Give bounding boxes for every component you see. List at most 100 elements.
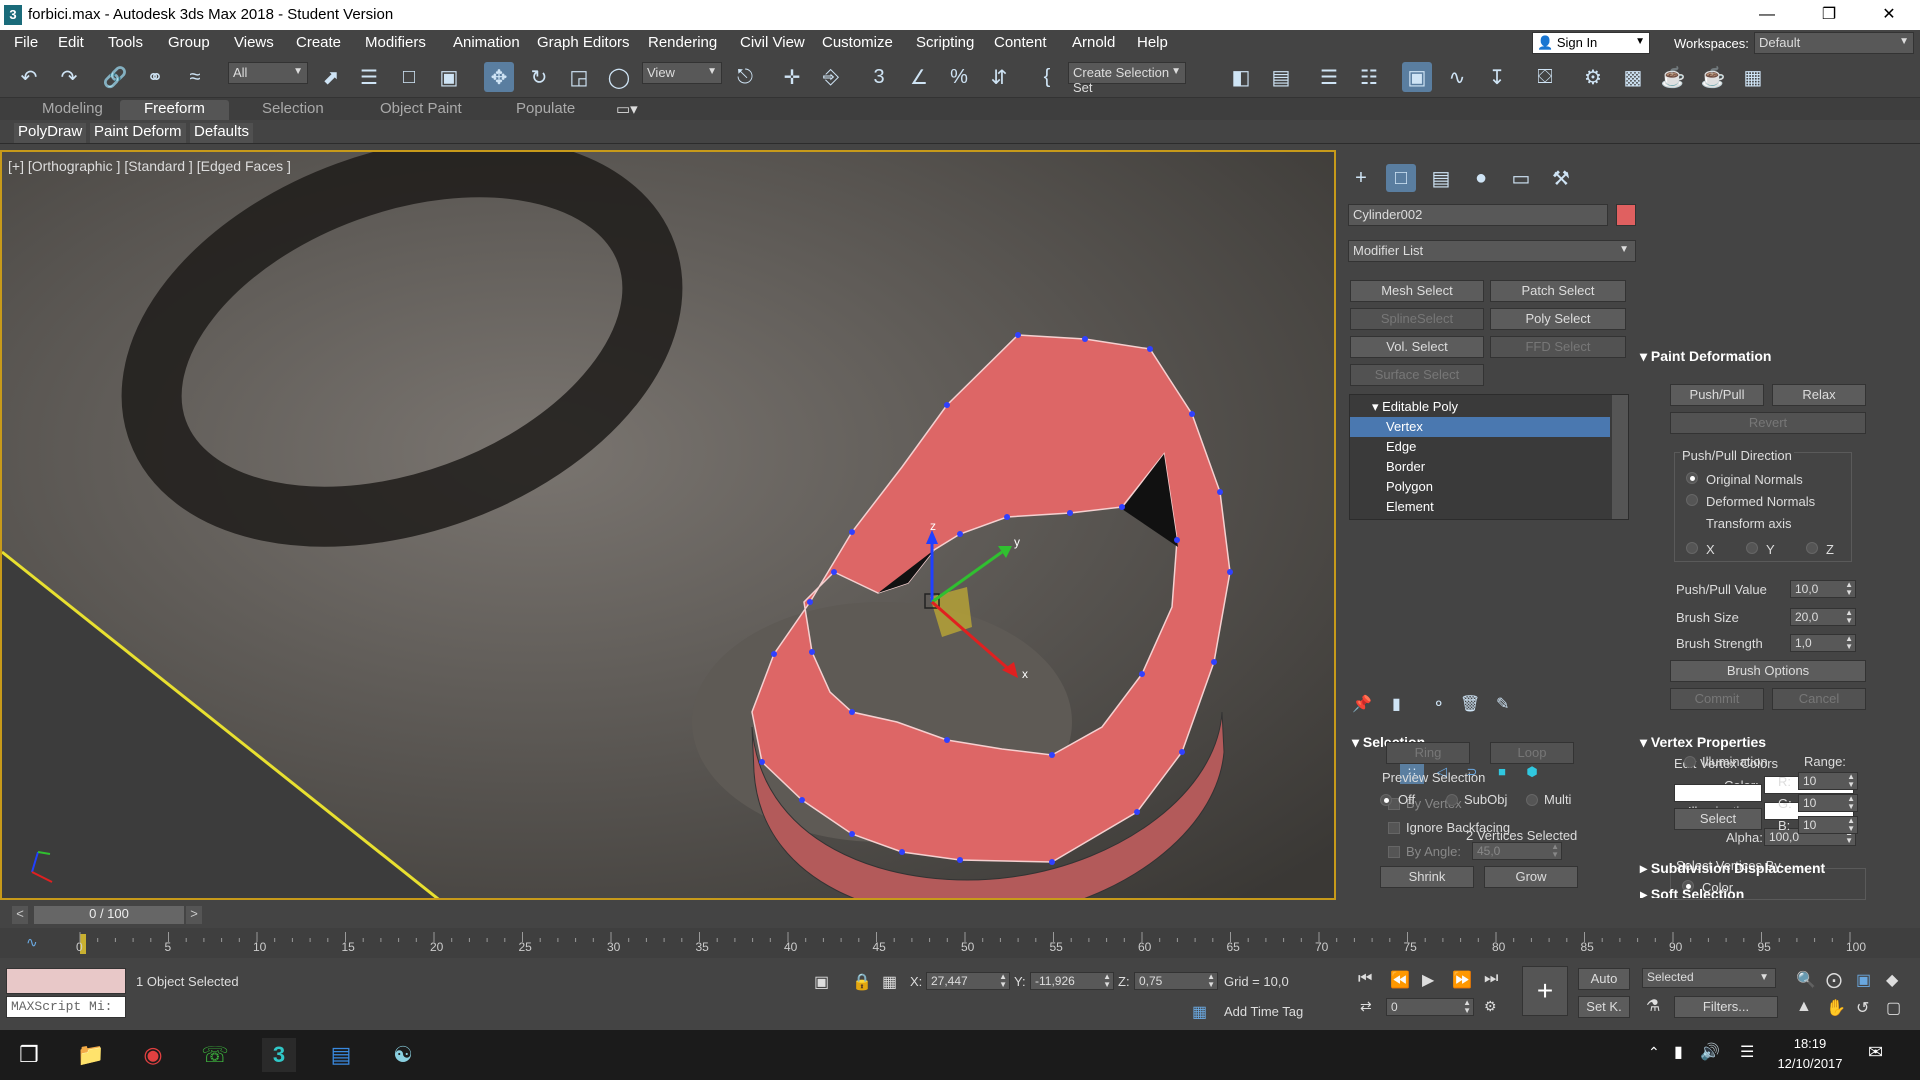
spinner-snap-icon[interactable]: ⇵	[984, 62, 1014, 92]
stack-edge[interactable]: Edge	[1350, 437, 1610, 457]
percent-snap-icon[interactable]: %	[944, 62, 974, 92]
hierarchy-tab-icon[interactable]: ▤	[1426, 164, 1456, 192]
clock-time[interactable]: 18:19	[1780, 1036, 1840, 1051]
select-by-illumination-radio[interactable]	[1684, 756, 1696, 768]
remove-modifier-icon[interactable]: 🗑	[1460, 694, 1480, 714]
unlink-icon[interactable]: ⚭	[140, 62, 170, 92]
rotate-icon[interactable]: ↻	[524, 62, 554, 92]
undo-icon[interactable]: ↶	[14, 62, 44, 92]
range-r-spinner[interactable]: 10 ▲ ▼	[1798, 772, 1858, 790]
chrome-icon[interactable]: ◉	[136, 1038, 170, 1072]
loop-button[interactable]: Loop	[1490, 742, 1574, 764]
whatsapp-icon[interactable]: ☏	[198, 1038, 232, 1072]
rectangular-selection-icon[interactable]: □	[394, 62, 424, 92]
preview-off-radio[interactable]	[1380, 794, 1392, 806]
preview-multi-radio[interactable]	[1526, 794, 1538, 806]
range-b-spinner[interactable]: 10 ▲ ▼	[1798, 816, 1858, 834]
commit-button[interactable]: Commit	[1670, 688, 1764, 710]
play-icon[interactable]: ▶	[1422, 970, 1434, 990]
orbit-icon[interactable]: ↺	[1856, 998, 1869, 1018]
menu-group[interactable]: Group	[168, 34, 210, 51]
menu-file[interactable]: File	[14, 34, 38, 51]
mesh-select-button[interactable]: Mesh Select	[1350, 280, 1484, 302]
rendered-frame-icon[interactable]: ▩	[1618, 62, 1648, 92]
y-coord-field[interactable]: -11,926 ▲ ▼	[1030, 972, 1114, 990]
time-configuration-icon[interactable]: ⚙	[1484, 998, 1497, 1015]
curve-editor-icon[interactable]: ∿	[1442, 62, 1472, 92]
add-time-tag-button[interactable]: Add Time Tag	[1224, 1004, 1303, 1019]
tab-freeform[interactable]: Freeform	[120, 100, 229, 120]
spline-select-button[interactable]: SplineSelect	[1350, 308, 1484, 330]
scale-icon[interactable]: ◲	[564, 62, 594, 92]
menu-help[interactable]: Help	[1137, 34, 1168, 51]
vertex-properties-rollout-header[interactable]: ▾ Vertex Properties	[1640, 734, 1870, 751]
stack-vertex[interactable]: Vertex	[1350, 417, 1610, 437]
tab-modeling[interactable]: Modeling	[42, 100, 103, 117]
stack-polygon[interactable]: Polygon	[1350, 477, 1610, 497]
track-bar[interactable]: ∿ 0 5 10 15 20 25 30 35 40 45 50 55 60 65 70 75 80 85 90 95…	[0, 928, 1920, 958]
brush-strength-spinner[interactable]: 1,0 ▲ ▼	[1790, 634, 1856, 652]
link-icon[interactable]: 🔗	[100, 62, 130, 92]
ring-button[interactable]: Ring	[1386, 742, 1470, 764]
select-by-name-icon[interactable]: ☰	[354, 62, 384, 92]
dope-sheet-icon[interactable]: ↧	[1482, 62, 1512, 92]
snaps-toggle-icon[interactable]: 3	[864, 62, 894, 92]
push-pull-value-spinner[interactable]: 10,0 ▲ ▼	[1790, 580, 1856, 598]
ffd-select-button[interactable]: FFD Select	[1490, 336, 1626, 358]
restore-icon[interactable]: ❐	[1806, 0, 1852, 30]
stack-element[interactable]: Element	[1350, 497, 1610, 517]
stack-scrollbar[interactable]	[1612, 395, 1628, 519]
set-key-icon[interactable]: +	[1522, 966, 1568, 1016]
reference-coordinate-dropdown[interactable]: View ▼	[642, 62, 722, 84]
placement-icon[interactable]: ◯	[604, 62, 634, 92]
surface-select-button[interactable]: Surface Select	[1350, 364, 1484, 386]
next-key-icon[interactable]: ⏩	[1452, 970, 1472, 990]
zoom-extents-icon[interactable]: ▣	[1856, 970, 1871, 990]
make-unique-icon[interactable]: ⚬	[1432, 694, 1445, 714]
menu-views[interactable]: Views	[234, 34, 274, 51]
defaults-panel[interactable]: Defaults	[190, 123, 254, 143]
keyboard-shortcut-icon[interactable]: ⎆	[816, 62, 846, 92]
go-to-end-icon[interactable]: ⏭	[1484, 970, 1498, 988]
by-angle-checkbox[interactable]	[1388, 846, 1400, 858]
vol-select-button[interactable]: Vol. Select	[1350, 336, 1484, 358]
tab-object-paint[interactable]: Object Paint	[380, 100, 462, 117]
render-iterative-icon[interactable]: ☕	[1698, 62, 1728, 92]
zoom-extents-all-icon[interactable]: ◆	[1886, 970, 1898, 990]
menu-edit[interactable]: Edit	[58, 34, 84, 51]
menu-graph-editors[interactable]: Graph Editors	[537, 34, 630, 51]
ribbon-options-icon[interactable]: ▭▾	[616, 100, 638, 118]
curve-editor-mini-icon[interactable]: ∿	[26, 934, 38, 951]
schematic-view-icon[interactable]: ⛋	[1530, 62, 1560, 92]
absolute-mode-icon[interactable]: ▦	[882, 972, 897, 992]
render-setup-icon[interactable]: ⚙	[1578, 62, 1608, 92]
relax-button[interactable]: Relax	[1772, 384, 1866, 406]
menu-content[interactable]: Content	[994, 34, 1047, 51]
menu-rendering[interactable]: Rendering	[648, 34, 717, 51]
paint-deform-panel[interactable]: Paint Deform	[90, 123, 186, 143]
grow-button[interactable]: Grow	[1484, 866, 1578, 888]
zoom-icon[interactable]: 🔍	[1796, 970, 1816, 990]
ignore-backfacing-checkbox[interactable]	[1388, 822, 1400, 834]
paint-deformation-rollout-header[interactable]: ▾ Paint Deformation	[1640, 348, 1870, 365]
z-coord-field[interactable]: 0,75 ▲ ▼	[1134, 972, 1218, 990]
modifier-list-dropdown[interactable]: Modifier List ▼	[1348, 240, 1636, 262]
set-key-button[interactable]: Set K.	[1578, 996, 1630, 1018]
time-slider-thumb[interactable]: 0 / 100	[34, 906, 184, 924]
menu-tools[interactable]: Tools	[108, 34, 143, 51]
isolate-selection-icon[interactable]: ▣	[814, 972, 829, 992]
action-center-icon[interactable]: ✉	[1868, 1042, 1883, 1063]
key-mode-icon[interactable]: ⇄	[1360, 998, 1372, 1015]
menu-civil-view[interactable]: Civil View	[740, 34, 805, 51]
layers-icon[interactable]: ☷	[1354, 62, 1384, 92]
show-hidden-icons-icon[interactable]: ⌃	[1648, 1044, 1660, 1061]
axis-x-radio[interactable]	[1686, 542, 1698, 554]
time-tag-icon[interactable]: ▦	[1192, 1002, 1207, 1022]
modifier-stack[interactable]: ▾ Editable Poly Vertex Edge Border Polyg…	[1349, 394, 1629, 520]
object-color-swatch[interactable]	[1616, 204, 1636, 226]
utilities-tab-icon[interactable]: ⚒	[1546, 164, 1576, 192]
range-g-spinner[interactable]: 10 ▲ ▼	[1798, 794, 1858, 812]
zoom-all-icon[interactable]: ⨀	[1826, 970, 1842, 990]
display-tab-icon[interactable]: ▭	[1506, 164, 1536, 192]
soft-selection-rollout-header[interactable]: ▸ Soft Selection	[1640, 886, 1900, 898]
